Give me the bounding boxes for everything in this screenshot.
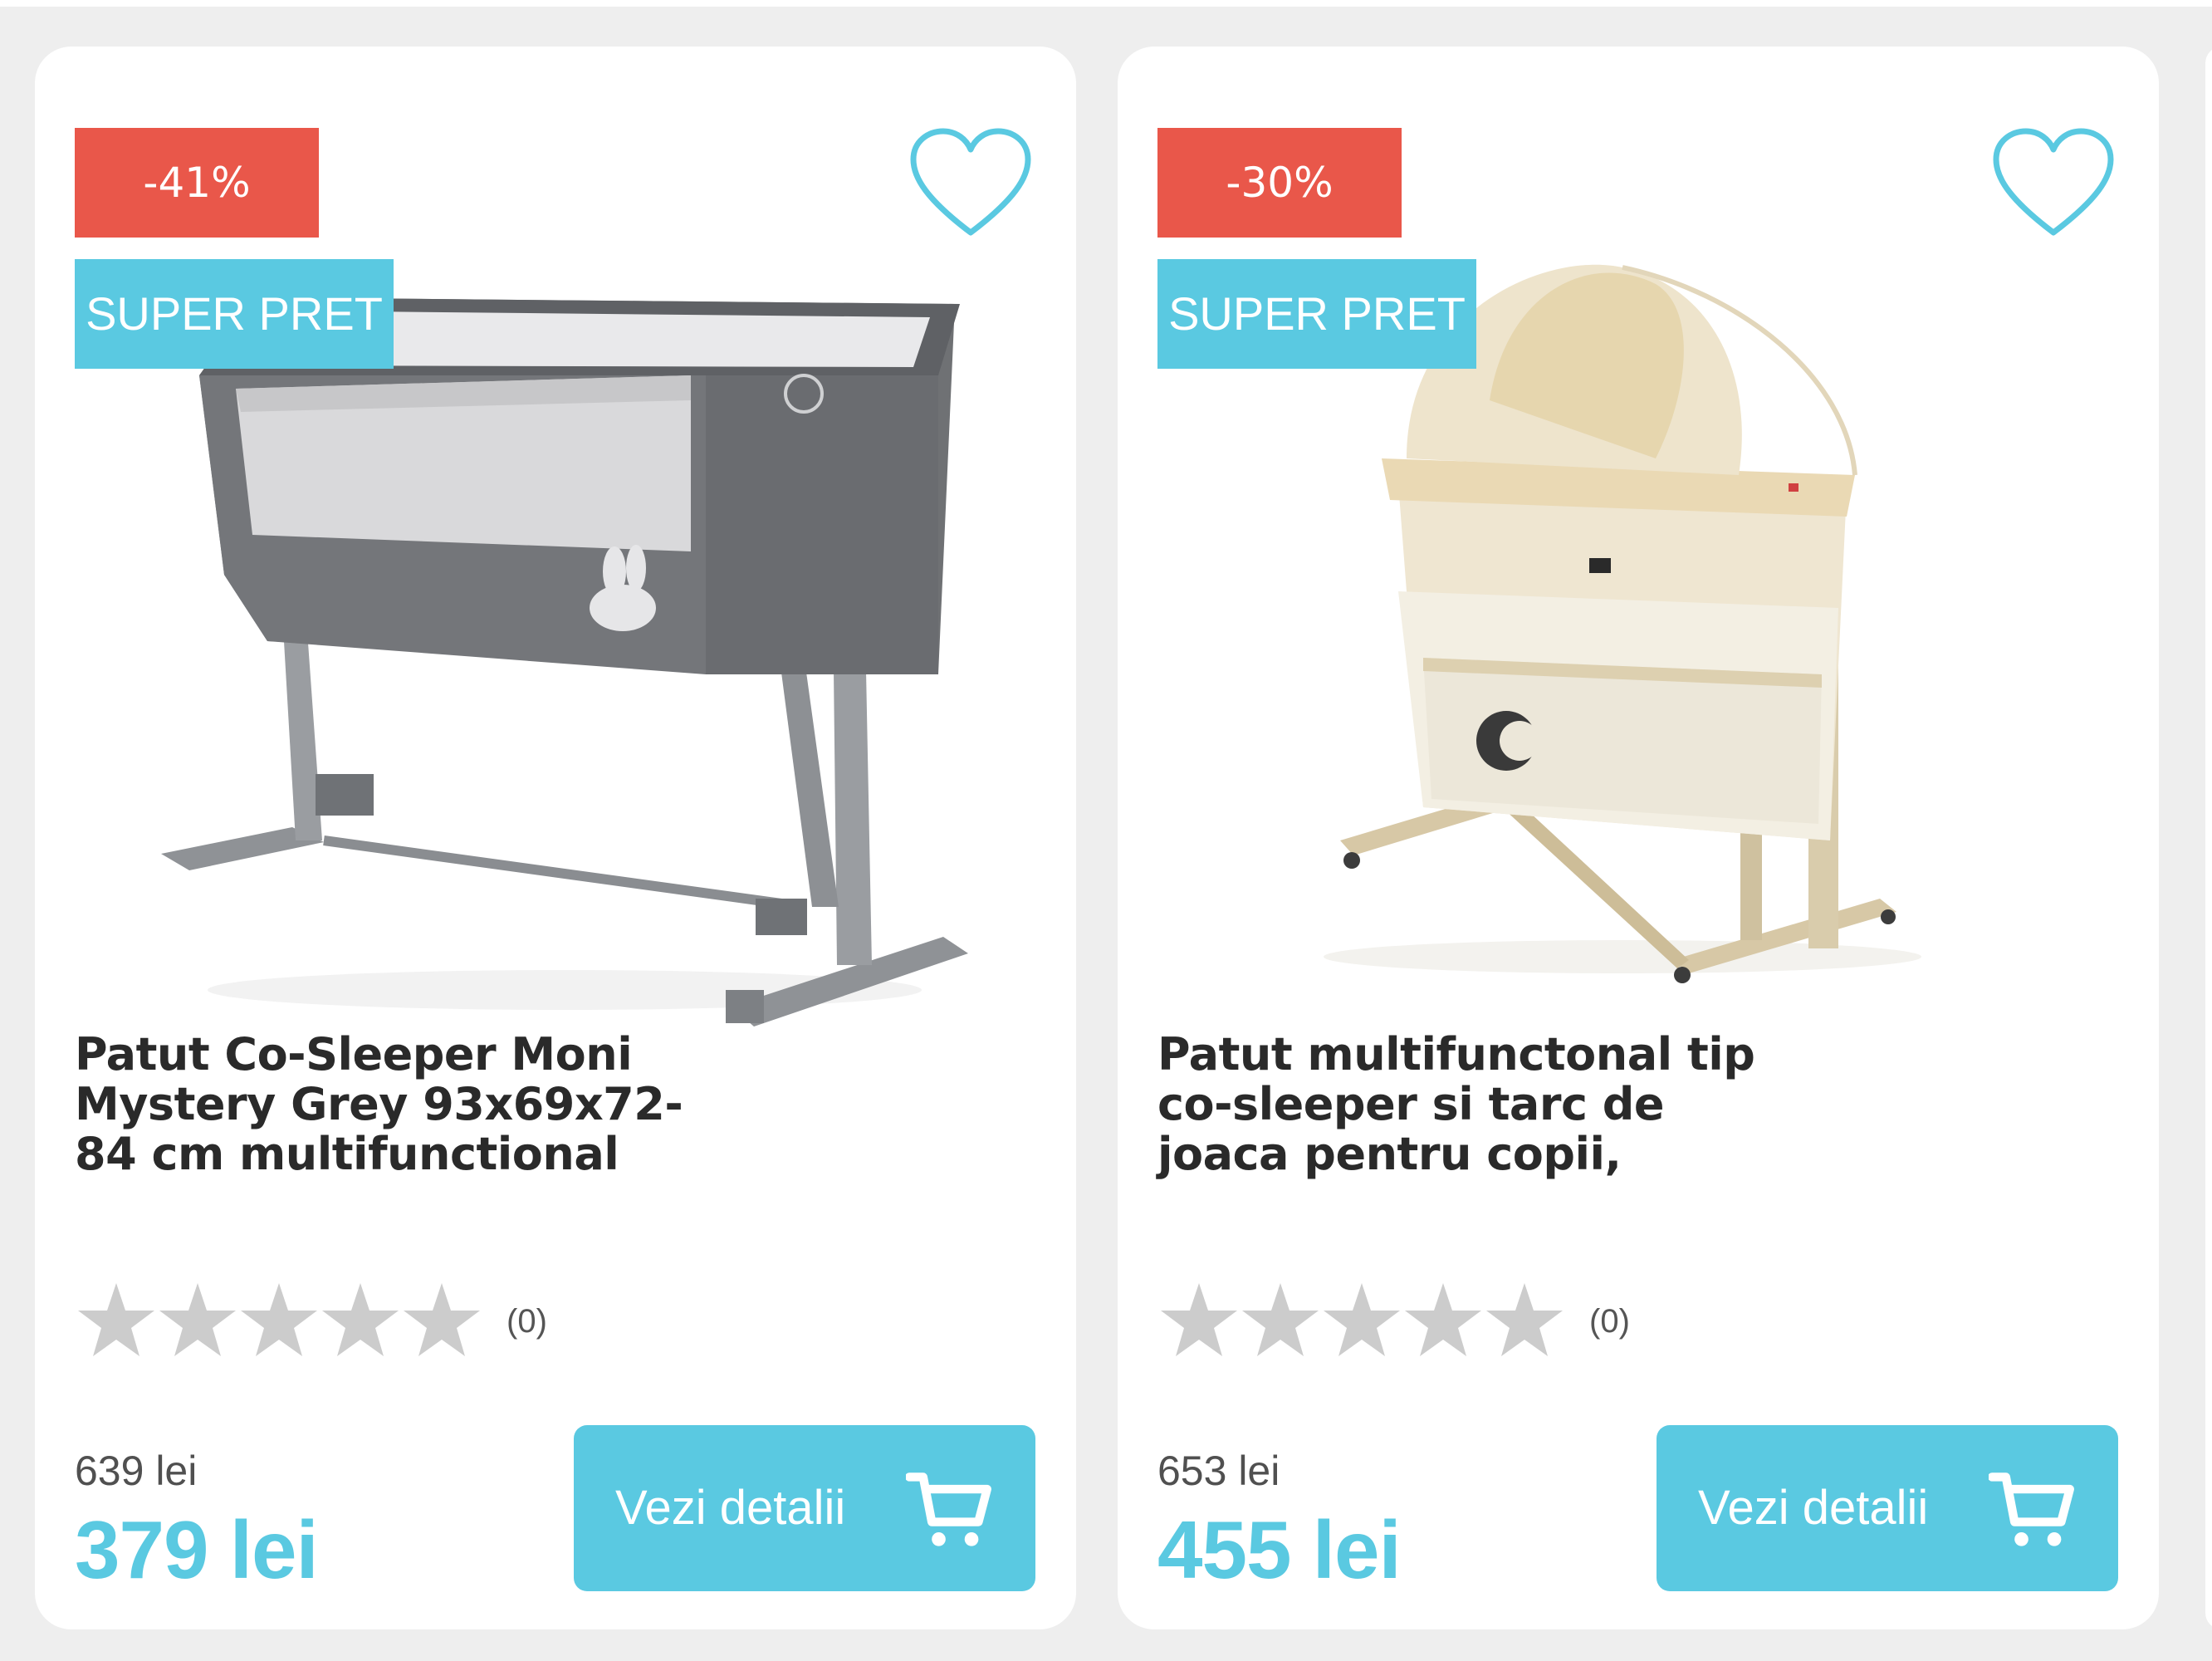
product-title[interactable]: Patut multifunctonal tip co-sleeper si t… xyxy=(1157,1030,1797,1179)
product-title-line: co-sleeper si tarc de xyxy=(1157,1078,1665,1130)
star-icon xyxy=(1402,1280,1485,1363)
heart-icon xyxy=(1991,126,2116,243)
star-icon xyxy=(237,1280,321,1363)
view-details-label: Vezi detalii xyxy=(1698,1481,1929,1535)
product-title[interactable]: Patut Co-Sleeper Moni Mystery Grey 93x69… xyxy=(75,1030,714,1179)
star-icon xyxy=(319,1280,402,1363)
rating-count: (0) xyxy=(1589,1302,1630,1340)
star-icon xyxy=(1239,1280,1322,1363)
cart-icon xyxy=(906,1467,992,1553)
product-card[interactable]: -41% SUPER PRET Patut Co-Sleeper Moni My… xyxy=(35,47,1076,1629)
star-icon xyxy=(1157,1280,1241,1363)
next-product-card-edge xyxy=(2205,47,2212,1629)
rating: (0) xyxy=(75,1276,547,1367)
product-title-line: joaca pentru copii, xyxy=(1157,1128,1622,1180)
view-details-button[interactable]: Vezi detalii xyxy=(574,1425,1035,1591)
wishlist-button[interactable] xyxy=(1991,126,2116,243)
discount-badge: -30% xyxy=(1157,128,1402,238)
promo-badge: SUPER PRET xyxy=(1157,259,1476,369)
promo-badge: SUPER PRET xyxy=(75,259,394,369)
new-price: 379 lei xyxy=(75,1504,319,1595)
product-title-line: Mystery Grey 93x69x72- xyxy=(75,1078,683,1130)
page-top-strip xyxy=(0,0,2212,7)
product-title-line: 84 cm multifunctional xyxy=(75,1128,619,1180)
rating-count: (0) xyxy=(507,1302,547,1340)
star-icon xyxy=(400,1280,483,1363)
star-icon xyxy=(75,1280,158,1363)
rating: (0) xyxy=(1157,1276,1630,1367)
rating-stars xyxy=(1157,1280,1564,1363)
star-icon xyxy=(1483,1280,1566,1363)
product-card[interactable]: -30% SUPER PRET Patut multifunctonal tip… xyxy=(1118,47,2159,1629)
product-title-line: Patut multifunctonal tip xyxy=(1157,1028,1755,1080)
star-icon xyxy=(156,1280,239,1363)
discount-badge: -41% xyxy=(75,128,319,238)
cart-icon xyxy=(1989,1467,2075,1553)
old-price: 653 lei xyxy=(1157,1448,1280,1494)
wishlist-button[interactable] xyxy=(908,126,1033,243)
old-price: 639 lei xyxy=(75,1448,198,1494)
heart-icon xyxy=(908,126,1033,243)
star-icon xyxy=(1320,1280,1403,1363)
rating-stars xyxy=(75,1280,482,1363)
view-details-button[interactable]: Vezi detalii xyxy=(1657,1425,2118,1591)
view-details-label: Vezi detalii xyxy=(615,1481,846,1535)
product-title-line: Patut Co-Sleeper Moni xyxy=(75,1028,633,1080)
new-price: 455 lei xyxy=(1157,1504,1402,1595)
